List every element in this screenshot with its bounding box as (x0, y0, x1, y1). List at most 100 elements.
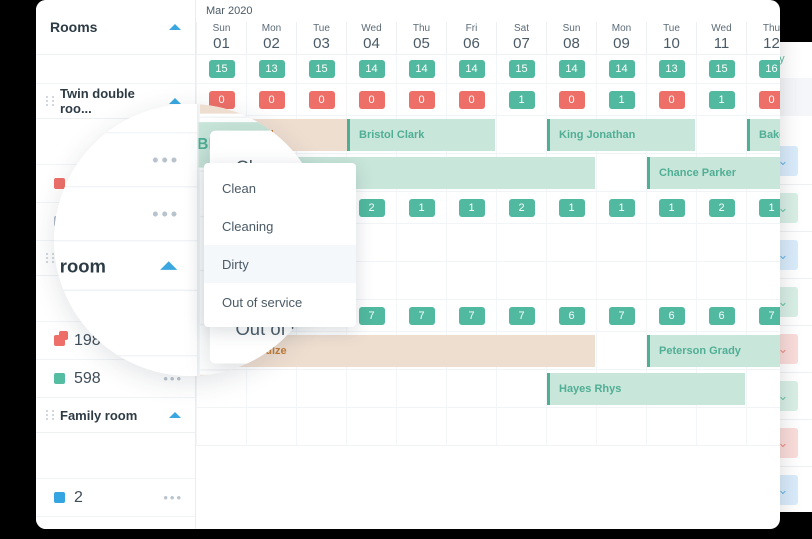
grid-line (646, 262, 696, 299)
count-cell[interactable]: 7 (746, 300, 780, 331)
count-cell[interactable]: 15 (696, 55, 746, 83)
menu-item-clean[interactable]: Clean (204, 169, 356, 207)
date-header-cell[interactable]: Sun 01 (196, 22, 246, 54)
room-group-header[interactable]: Family room (36, 398, 195, 433)
availability-badge: 2 (358, 198, 385, 217)
availability-badge: 14 (558, 60, 585, 78)
count-cell[interactable]: 14 (596, 55, 646, 83)
caret-up-icon[interactable] (169, 412, 181, 418)
count-cell[interactable]: 15 (496, 55, 546, 83)
grid-line (596, 262, 646, 299)
room-row[interactable]: 8••• (54, 187, 198, 242)
count-cell[interactable]: 13 (646, 55, 696, 83)
count-cell[interactable]: 14 (396, 55, 446, 83)
date-header-cell[interactable]: Wed 04 (346, 22, 396, 54)
count-cell[interactable]: 1 (496, 84, 546, 115)
count-cell[interactable]: 14 (346, 55, 396, 83)
count-cell[interactable]: 14 (546, 55, 596, 83)
count-cell[interactable]: 13 (246, 55, 296, 83)
caret-up-icon[interactable] (160, 261, 178, 270)
reservation-bar[interactable]: Hayes Rhys (547, 373, 745, 405)
date-header-cell[interactable]: Sat 07 (496, 22, 546, 54)
more-horizontal-icon[interactable]: ••• (163, 528, 183, 529)
date-header-cell[interactable]: Fri 06 (446, 22, 496, 54)
date-header-cell[interactable]: Tue 03 (296, 22, 346, 54)
count-cell[interactable]: 1 (446, 192, 496, 223)
grid-line (596, 224, 646, 261)
date-header-cell[interactable]: Mon 09 (596, 22, 646, 54)
availability-totals-row: 15 13 15 14 14 14 15 14 14 13 15 16 (196, 55, 780, 84)
more-horizontal-icon[interactable]: ••• (152, 203, 180, 224)
drag-handle-icon[interactable] (46, 409, 55, 421)
count-cell[interactable]: 15 (296, 55, 346, 83)
room-row[interactable]: 7••• (54, 134, 198, 188)
weekday-label: Sun (562, 23, 581, 34)
room-status-swatch[interactable] (54, 492, 65, 503)
grid-line (646, 224, 696, 261)
room-row[interactable]: 198••• (54, 356, 197, 376)
count-cell[interactable]: 0 (646, 84, 696, 115)
caret-up-icon[interactable] (169, 24, 181, 30)
reservation-bar[interactable]: King Jonathan (547, 119, 695, 151)
date-header-cell[interactable]: Mon 02 (246, 22, 296, 54)
date-header-cell[interactable]: Wed 11 (696, 22, 746, 54)
availability-badge: 0 (558, 90, 585, 109)
count-cell[interactable]: 6 (696, 300, 746, 331)
count-cell[interactable]: 2 (696, 192, 746, 223)
menu-item-out-of-service[interactable]: Out of service (204, 283, 356, 321)
reservation-bar[interactable]: Branson Hill (199, 104, 326, 114)
availability-badge: 2 (708, 198, 735, 217)
count-cell[interactable]: 1 (646, 192, 696, 223)
availability-badge: 0 (458, 90, 485, 109)
count-cell[interactable]: 2 (496, 192, 546, 223)
room-group-header[interactable]: Triple room (54, 241, 198, 292)
date-header-cell[interactable]: Tue 10 (646, 22, 696, 54)
more-horizontal-icon[interactable]: ••• (152, 372, 180, 376)
count-cell[interactable]: 7 (446, 300, 496, 331)
weekday-label: Wed (711, 23, 732, 34)
count-cell[interactable]: 16 (746, 55, 780, 83)
menu-item-cleaning[interactable]: Cleaning (204, 207, 356, 245)
count-cell[interactable]: 1 (596, 192, 646, 223)
count-cell[interactable]: 7 (496, 300, 546, 331)
count-cell[interactable]: 7 (396, 300, 446, 331)
count-cell[interactable]: 6 (546, 300, 596, 331)
more-horizontal-icon[interactable]: ••• (152, 149, 180, 170)
date-header-cell[interactable]: Thu 05 (396, 22, 446, 54)
count-cell[interactable]: 7 (596, 300, 646, 331)
count-cell[interactable]: 0 (446, 84, 496, 115)
availability-badge: 7 (758, 306, 780, 325)
grid-line (496, 116, 546, 153)
reservation-bar[interactable]: Martin Schulze (199, 374, 326, 376)
count-cell[interactable]: 6 (646, 300, 696, 331)
count-cell[interactable]: 1 (596, 84, 646, 115)
reservation-bar[interactable]: Bristol Clark (347, 119, 495, 151)
housekeeping-status-menu[interactable]: CleanCleaningDirtyOut of service (204, 163, 356, 327)
count-cell[interactable]: 0 (546, 84, 596, 115)
date-header-cell[interactable]: Thu 12 (746, 22, 780, 54)
reservation-guest-name: Chance Parker (659, 167, 737, 179)
count-cell[interactable]: 14 (446, 55, 496, 83)
room-row[interactable]: 3••• (36, 517, 195, 530)
count-cell[interactable]: 0 (746, 84, 780, 115)
menu-item-dirty[interactable]: Dirty (204, 245, 356, 283)
count-cell[interactable]: 0 (346, 84, 396, 115)
more-horizontal-icon[interactable]: ••• (163, 490, 183, 505)
count-cell[interactable]: 1 (696, 84, 746, 115)
count-cell[interactable]: 1 (546, 192, 596, 223)
reservation-bar[interactable]: Chance Parker (647, 157, 780, 189)
availability-badge: 14 (458, 60, 485, 78)
count-cell[interactable]: 1 (396, 192, 446, 223)
count-cell[interactable]: 0 (396, 84, 446, 115)
date-header-cell[interactable]: Sun 08 (546, 22, 596, 54)
rooms-column-header: Rooms (36, 0, 195, 55)
rooms-column-spacer (36, 55, 195, 84)
weekday-label: Sun (212, 23, 231, 34)
group-counts-spacer (36, 433, 195, 479)
count-cell[interactable]: 1 (746, 192, 780, 223)
reservation-bar[interactable]: Peterson Grady (647, 335, 780, 367)
count-cell[interactable]: 15 (196, 55, 246, 83)
grid-line (496, 262, 546, 299)
room-row[interactable]: 2 ••• (36, 479, 195, 517)
reservation-bar[interactable]: Baker Cora (747, 119, 780, 151)
